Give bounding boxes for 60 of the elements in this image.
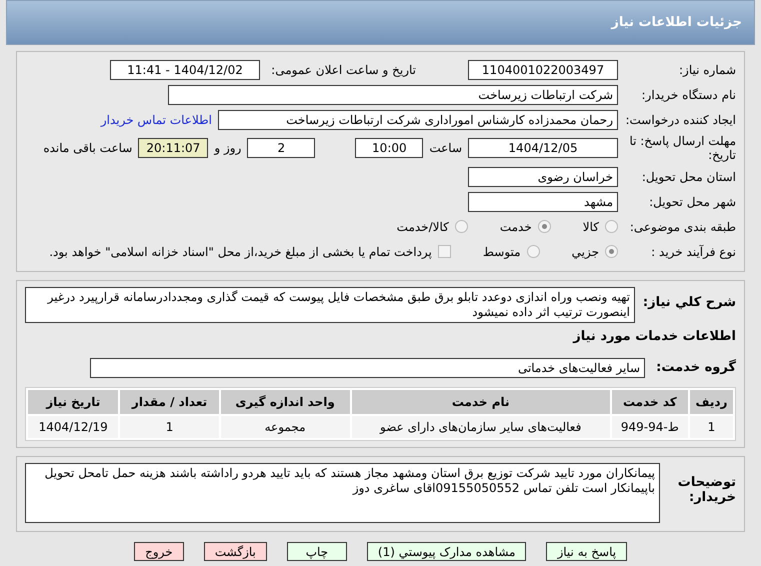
action-button[interactable]: بازگشت: [204, 542, 267, 561]
deadline-time-field: 10:00: [355, 138, 424, 158]
field-label: شهر محل تحویل:: [648, 194, 736, 208]
column-header: نام خدمت: [352, 390, 610, 414]
table-cell: 1: [120, 416, 219, 438]
field-label: مهلت ارسال پاسخ: تا تاریخ:: [628, 134, 736, 162]
checkbox-label: پرداخت تمام یا بخشی از مبلغ خرید،از محل "اسناد خزانه اسلامی" خواهد بود.: [49, 244, 432, 258]
field-label: شرح كلي نیاز:: [642, 294, 736, 310]
field-label: نام دستگاه خریدار:: [640, 88, 736, 102]
need-number-field: 1104001022003497: [468, 60, 618, 80]
time-label: ساعت: [429, 141, 462, 155]
column-header: تعداد / مقدار: [120, 390, 219, 414]
creator-field: رحمان محمدزاده کارشناس اموراداری شرکت ارتباطات زیرساخت: [218, 110, 618, 130]
summary-text-area[interactable]: تهیه ونصب وراه اندازی دوعدد تابلو برق طبق مشخصات فایل پیوست که قیمت گذاری ومجددادرسامانه قرارپیرد درغیر اینصورت ترتیب اثر داده نمیشود: [25, 287, 635, 323]
field-label: گروه خدمت:: [655, 360, 736, 375]
deadline-date-field: 1404/12/05: [468, 138, 618, 158]
column-header: ردیف: [690, 390, 733, 414]
column-header: واحد اندازه گیری: [220, 390, 350, 414]
days-label: روز و: [214, 141, 242, 155]
remaining-time-field: 20:11:07: [138, 138, 208, 158]
field-label: ایجاد کننده درخواست:: [624, 112, 736, 126]
city-field: مشهد: [468, 192, 618, 212]
province-field: خراسان رضوی: [468, 166, 618, 186]
radio-button[interactable]: [454, 220, 468, 233]
table-cell: مجموعه: [220, 416, 350, 438]
page-title: جزئیات اطلاعات نیاز: [611, 15, 742, 30]
service-group-field: سایر فعالیت‌های خدماتی: [90, 358, 645, 378]
section-title: اطلاعات خدمات مورد نیاز: [573, 329, 736, 344]
days-field: 2: [247, 138, 316, 158]
column-header: تاریخ نیاز: [28, 390, 118, 414]
radio-button[interactable]: [605, 245, 618, 258]
table-cell: 1: [690, 416, 733, 438]
radio-label: كالا/خدمت: [396, 220, 449, 234]
action-button[interactable]: خروج: [134, 542, 184, 561]
field-label: شماره نیاز:: [678, 62, 736, 76]
table-cell: 1404/12/19: [28, 416, 118, 438]
action-button[interactable]: پاسخ به نیاز: [546, 542, 628, 561]
action-button[interactable]: چاپ: [286, 542, 347, 561]
radio-button[interactable]: [526, 245, 540, 258]
contact-link[interactable]: اطلاعات تماس خریدار: [100, 112, 212, 126]
radio-button[interactable]: [538, 220, 551, 233]
radio-label: جزیي: [572, 244, 599, 258]
buyer-field: شرکت ارتباطات زیرساخت: [168, 84, 618, 104]
column-header: کد خدمت: [612, 390, 688, 414]
table-cell: ط-94-949: [612, 416, 688, 438]
field-label: نوع فرآیند خرید :: [650, 244, 736, 258]
action-button[interactable]: مشاهده مدارک پیوستي (1): [366, 542, 526, 561]
checkbox[interactable]: [438, 245, 451, 258]
field-label: توضیحات خریدار:: [676, 474, 736, 505]
radio-label: كالا: [582, 220, 599, 234]
notes-text-area[interactable]: پیمانکاران مورد تایید شرکت توزیع برق استان ومشهد مجاز هستند که باید تایید هردو راداشته باشند هزینه حمل تامحل تحویل باپیمانکار است تلفن تماس 09155050552اقای ساغری دوز: [25, 463, 660, 523]
announce-date-field: 1404/12/02 - 11:41: [110, 60, 260, 80]
field-label: تاریخ و ساعت اعلان عمومی:: [270, 62, 416, 76]
remaining-label: ساعت باقی مانده: [43, 141, 132, 155]
radio-label: متوسط: [482, 244, 521, 258]
table-cell: فعالیت‌های سایر سازمان‌های دارای عضو: [352, 416, 610, 438]
radio-button[interactable]: [605, 220, 618, 233]
field-label: استان محل تحویل:: [640, 170, 736, 184]
radio-label: خدمت: [500, 220, 532, 234]
field-label: طبقه بندی موضوعی:: [628, 220, 736, 234]
